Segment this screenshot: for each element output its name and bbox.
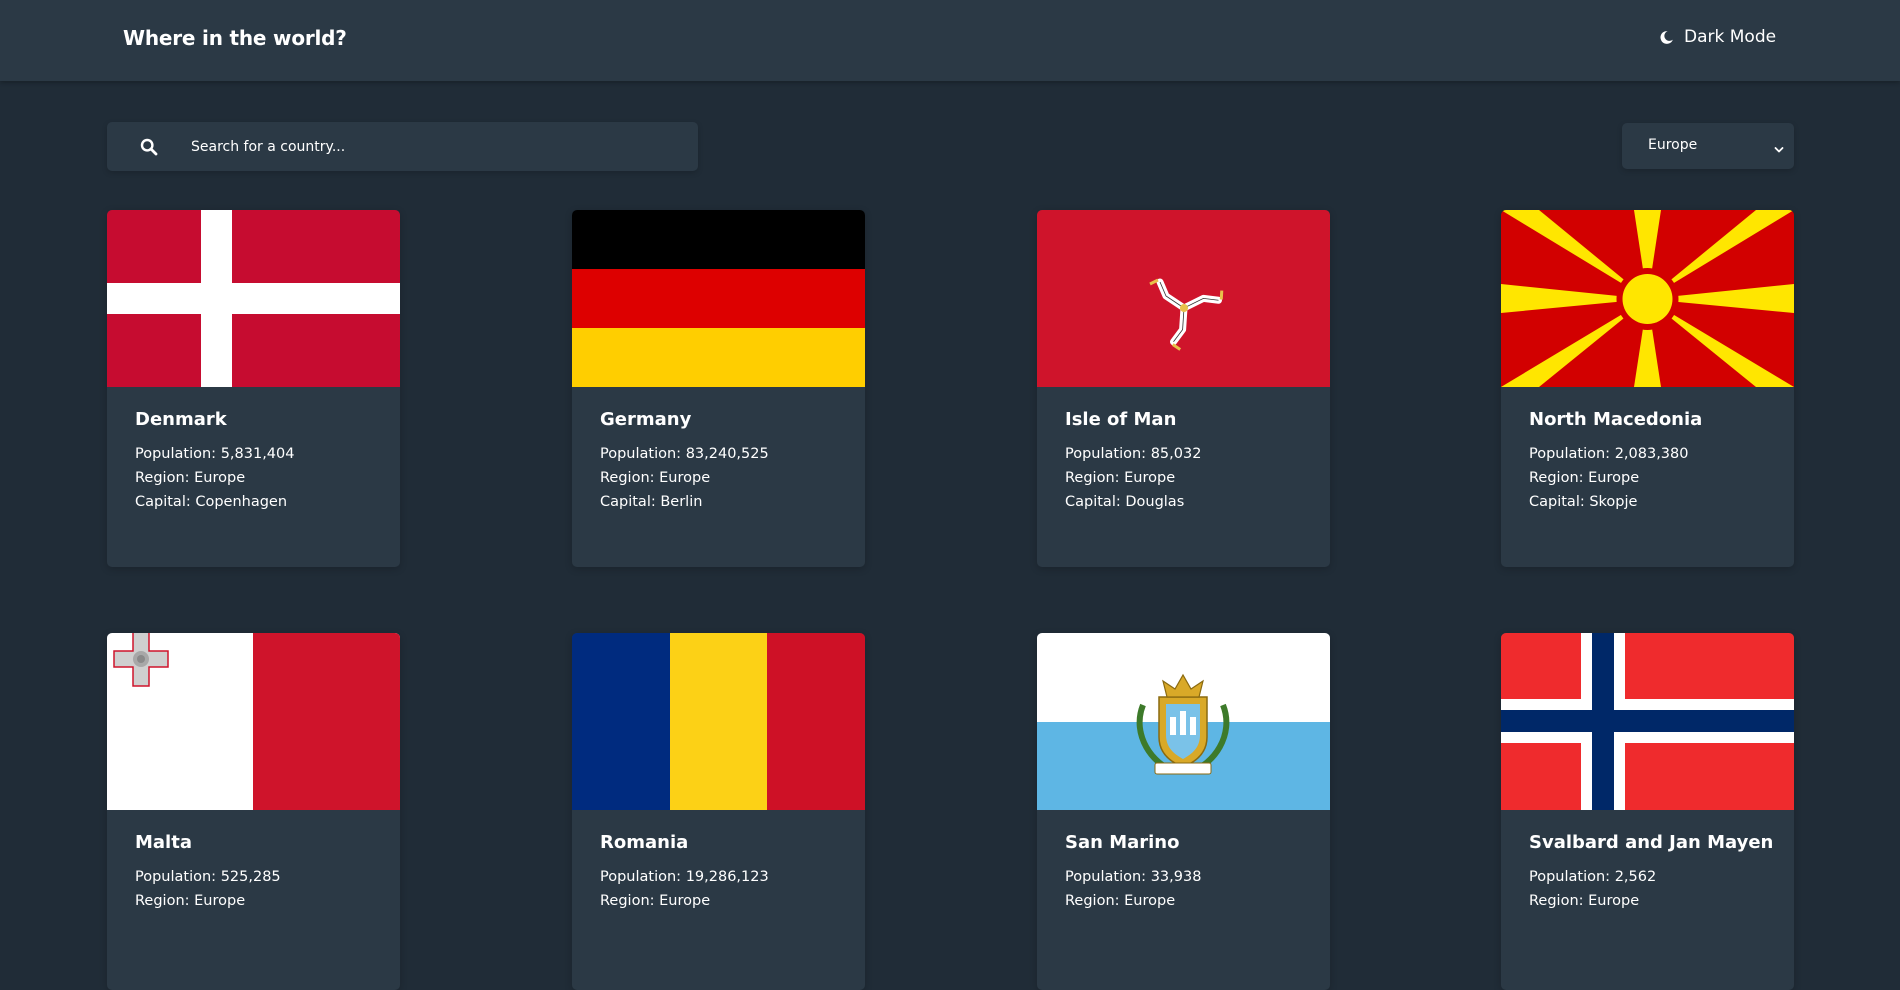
region-line: Region: Europe <box>135 470 245 486</box>
region-value: Europe <box>659 893 711 909</box>
region-label: Region: <box>135 893 190 909</box>
country-card-isle-of-man[interactable]: Isle of Man Population: 85,032 Region: E… <box>1037 210 1330 567</box>
region-line: Region: Europe <box>600 470 710 486</box>
malta-flag <box>107 633 400 810</box>
region-label: Region: <box>1529 893 1584 909</box>
region-label: Region: <box>600 470 655 486</box>
capital-label: Capital: <box>600 494 656 510</box>
region-filter-value: Europe <box>1648 137 1698 153</box>
romania-flag <box>572 633 865 810</box>
san-marino-flag <box>1037 633 1330 810</box>
region-value: Europe <box>194 893 246 909</box>
country-name: San Marino <box>1065 832 1180 853</box>
north-macedonia-flag <box>1501 210 1794 387</box>
region-line: Region: Europe <box>1065 470 1175 486</box>
capital-value: Skopje <box>1589 494 1638 510</box>
country-name: Svalbard and Jan Mayen <box>1529 832 1774 853</box>
population-label: Population: <box>1065 446 1147 462</box>
region-value: Europe <box>1588 470 1640 486</box>
population-label: Population: <box>135 446 217 462</box>
svalbard-and-jan-mayen-flag <box>1501 633 1794 810</box>
country-name: Germany <box>600 409 692 430</box>
region-label: Region: <box>1065 470 1120 486</box>
region-label: Region: <box>1065 893 1120 909</box>
population-line: Population: 2,562 <box>1529 869 1656 885</box>
country-card-denmark[interactable]: Denmark Population: 5,831,404 Region: Eu… <box>107 210 400 567</box>
region-line: Region: Europe <box>1065 893 1175 909</box>
region-line: Region: Europe <box>600 893 710 909</box>
country-name: North Macedonia <box>1529 409 1703 430</box>
region-label: Region: <box>600 893 655 909</box>
population-label: Population: <box>135 869 217 885</box>
population-line: Population: 19,286,123 <box>600 869 769 885</box>
region-label: Region: <box>1529 470 1584 486</box>
capital-line: Capital: Douglas <box>1065 494 1184 510</box>
country-name: Malta <box>135 832 192 853</box>
region-line: Region: Europe <box>1529 470 1639 486</box>
country-card-svalbard-and-jan-mayen[interactable]: Svalbard and Jan Mayen Population: 2,562… <box>1501 633 1794 990</box>
search-icon[interactable] <box>140 138 158 156</box>
app-title: Where in the world? <box>123 26 347 50</box>
region-line: Region: Europe <box>1529 893 1639 909</box>
chevron-down-icon <box>1774 140 1784 159</box>
region-value: Europe <box>1588 893 1640 909</box>
population-value: 33,938 <box>1150 869 1202 885</box>
country-card-malta[interactable]: Malta Population: 525,285 Region: Europe <box>107 633 400 990</box>
region-value: Europe <box>194 470 246 486</box>
population-value: 5,831,404 <box>220 446 295 462</box>
region-value: Europe <box>1124 470 1176 486</box>
germany-flag <box>572 210 865 387</box>
capital-value: Copenhagen <box>195 494 288 510</box>
region-line: Region: Europe <box>135 893 245 909</box>
search-input[interactable] <box>182 122 691 171</box>
population-label: Population: <box>1065 869 1147 885</box>
country-name: Romania <box>600 832 689 853</box>
population-value: 83,240,525 <box>685 446 769 462</box>
population-value: 2,083,380 <box>1614 446 1689 462</box>
population-value: 85,032 <box>1150 446 1202 462</box>
population-line: Population: 83,240,525 <box>600 446 769 462</box>
region-label: Region: <box>135 470 190 486</box>
region-value: Europe <box>659 470 711 486</box>
capital-line: Capital: Copenhagen <box>135 494 287 510</box>
country-card-romania[interactable]: Romania Population: 19,286,123 Region: E… <box>572 633 865 990</box>
population-label: Population: <box>1529 869 1611 885</box>
country-name: Isle of Man <box>1065 409 1177 430</box>
population-label: Population: <box>600 869 682 885</box>
country-card-san-marino[interactable]: San Marino Population: 33,938 Region: Eu… <box>1037 633 1330 990</box>
country-card-north-macedonia[interactable]: North Macedonia Population: 2,083,380 Re… <box>1501 210 1794 567</box>
capital-value: Douglas <box>1125 494 1185 510</box>
moon-icon <box>1659 30 1674 45</box>
capital-label: Capital: <box>1529 494 1585 510</box>
population-value: 2,562 <box>1614 869 1657 885</box>
population-line: Population: 5,831,404 <box>135 446 294 462</box>
population-value: 525,285 <box>220 869 281 885</box>
population-value: 19,286,123 <box>685 869 769 885</box>
dark-mode-label: Dark Mode <box>1684 27 1777 47</box>
country-card-germany[interactable]: Germany Population: 83,240,525 Region: E… <box>572 210 865 567</box>
population-line: Population: 85,032 <box>1065 446 1201 462</box>
top-header: Where in the world? Dark Mode <box>0 0 1900 81</box>
population-line: Population: 2,083,380 <box>1529 446 1688 462</box>
region-filter-select[interactable]: Europe <box>1622 123 1794 169</box>
country-name: Denmark <box>135 409 227 430</box>
population-label: Population: <box>600 446 682 462</box>
population-label: Population: <box>1529 446 1611 462</box>
capital-value: Berlin <box>660 494 703 510</box>
region-value: Europe <box>1124 893 1176 909</box>
population-line: Population: 525,285 <box>135 869 281 885</box>
capital-line: Capital: Skopje <box>1529 494 1637 510</box>
capital-line: Capital: Berlin <box>600 494 702 510</box>
isle-of-man-flag <box>1037 210 1330 387</box>
capital-label: Capital: <box>1065 494 1121 510</box>
capital-label: Capital: <box>135 494 191 510</box>
search-box[interactable] <box>107 122 698 171</box>
population-line: Population: 33,938 <box>1065 869 1201 885</box>
denmark-flag <box>107 210 400 387</box>
dark-mode-toggle[interactable]: Dark Mode <box>1659 27 1776 47</box>
